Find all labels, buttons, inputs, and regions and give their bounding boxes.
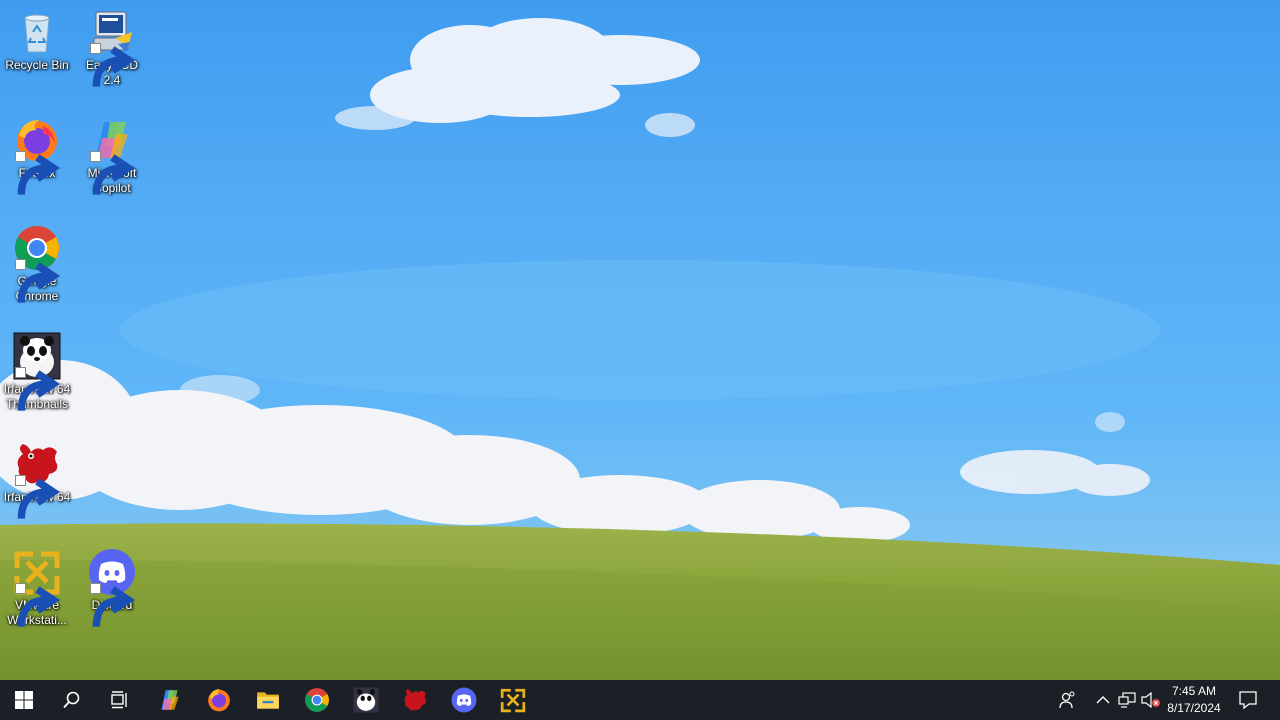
volume-button[interactable] (1140, 680, 1162, 720)
desktop-icon-irfanview[interactable]: IrfanView 64 (1, 440, 73, 519)
file-explorer-icon (257, 692, 279, 709)
chrome-icon (305, 688, 329, 712)
task-view-icon (111, 691, 127, 709)
chevron-up-icon (1096, 696, 1110, 704)
discord-icon (88, 548, 136, 627)
task-view-button[interactable] (96, 680, 144, 720)
clock-date: 8/17/2024 (1167, 701, 1221, 715)
irfanview-thumbnails-icon (13, 332, 61, 411)
people-button[interactable] (1055, 680, 1079, 720)
discord-icon (451, 687, 477, 713)
desktop-icon-copilot[interactable]: Microsoft Copilot (76, 116, 148, 196)
network-icon (1118, 692, 1136, 708)
start-button[interactable] (0, 680, 48, 720)
chrome-icon (13, 224, 61, 303)
firefox-icon (208, 689, 230, 712)
volume-muted-icon (1141, 692, 1160, 708)
network-button[interactable] (1116, 680, 1138, 720)
wallpaper (0, 18, 1280, 680)
taskbar-discord[interactable] (440, 680, 488, 720)
irfanview-icon (13, 440, 61, 519)
taskbar-firefox[interactable] (195, 680, 243, 720)
clock-time: 7:45 AM (1171, 684, 1217, 698)
people-icon (1059, 691, 1075, 709)
shortcut-arrow-icon (90, 151, 136, 195)
vmware-icon (13, 548, 61, 627)
taskbar: 7:45 AM 8/17/2024 (0, 680, 1280, 720)
copilot-icon (88, 116, 136, 195)
desktop-icon-recycle-bin[interactable]: Recycle Bin (1, 8, 73, 73)
recycle-bin-icon (13, 8, 61, 56)
shortcut-arrow-icon (90, 43, 136, 87)
firefox-icon (13, 116, 61, 195)
desktop-icon-discord[interactable]: Discord (76, 548, 148, 627)
taskbar-vmware[interactable] (489, 680, 537, 720)
shortcut-arrow-icon (15, 151, 61, 195)
irfanview-thumbnails-icon (353, 687, 379, 713)
irfanview-icon (404, 689, 427, 711)
vmware-icon (500, 688, 526, 713)
taskbar-irfanview[interactable] (391, 680, 439, 720)
desktop-icon-firefox[interactable]: Firefox (1, 116, 73, 195)
action-center-button[interactable] (1232, 680, 1264, 720)
show-hidden-icons-button[interactable] (1092, 680, 1114, 720)
search-button[interactable] (48, 680, 96, 720)
clock[interactable]: 7:45 AM 8/17/2024 (1162, 683, 1226, 717)
shortcut-arrow-icon (90, 583, 136, 627)
desktop[interactable]: Recycle Bin EasyBCD 2.4 Firefox Microsof… (0, 0, 1280, 680)
taskbar-file-explorer[interactable] (244, 680, 292, 720)
desktop-icon-easybcd[interactable]: EasyBCD 2.4 (76, 8, 148, 88)
shortcut-arrow-icon (15, 475, 61, 519)
taskbar-chrome[interactable] (293, 680, 341, 720)
shortcut-arrow-icon (15, 367, 61, 411)
notification-icon (1239, 691, 1257, 709)
desktop-icon-chrome[interactable]: Google Chrome (1, 224, 73, 304)
desktop-icon-irfanview-thumbnails[interactable]: IrfanView 64 Thumbnails (1, 332, 73, 412)
shortcut-arrow-icon (15, 259, 61, 303)
taskbar-copilot[interactable] (146, 680, 194, 720)
search-icon (63, 691, 80, 709)
taskbar-irfanview-thumbnails[interactable] (342, 680, 390, 720)
desktop-icon-label: Recycle Bin (5, 58, 69, 72)
windows-start-icon (15, 691, 33, 709)
shortcut-arrow-icon (15, 583, 61, 627)
easybcd-icon (88, 8, 136, 87)
desktop-icon-vmware[interactable]: VMware Workstati... (1, 548, 73, 628)
copilot-icon (161, 690, 179, 710)
